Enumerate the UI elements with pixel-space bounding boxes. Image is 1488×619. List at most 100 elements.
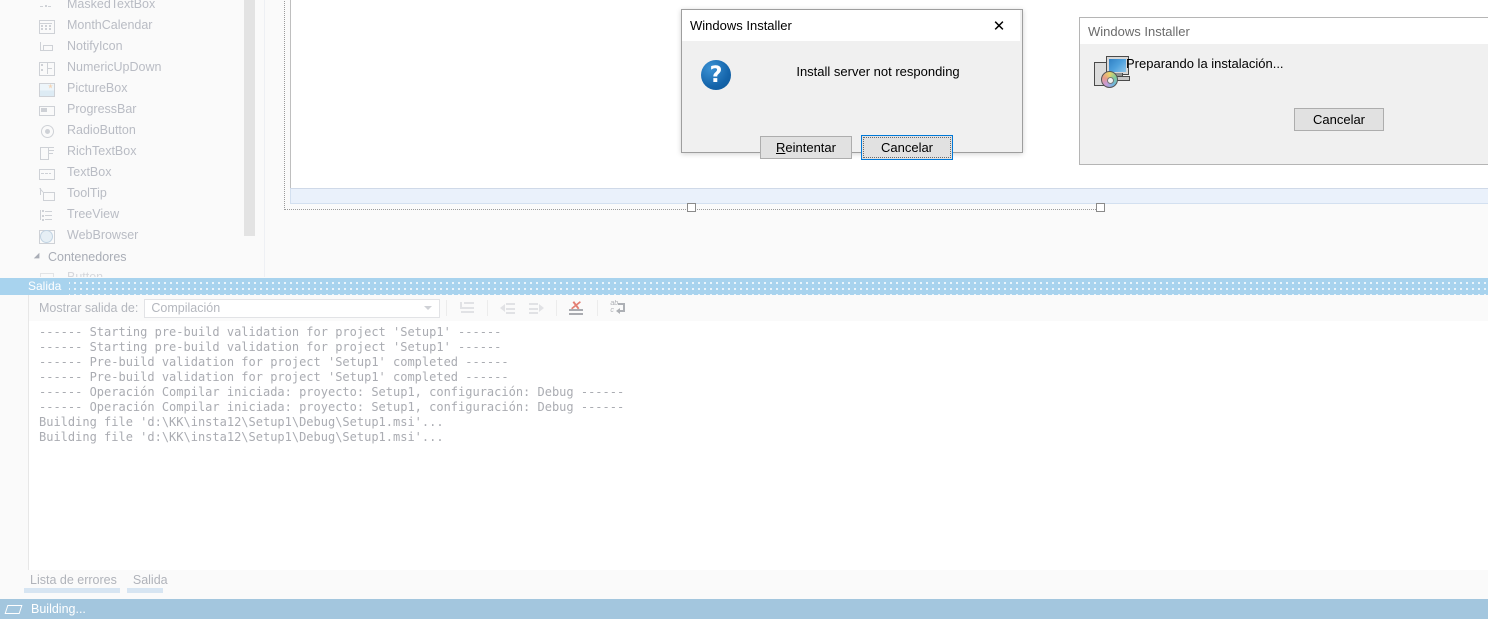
output-line: ------ Operación Compilar iniciada: proy… [39, 385, 625, 399]
toolbox-item-radiobutton[interactable]: RadioButton [28, 120, 264, 141]
bottom-tab-label: Salida [132, 573, 168, 587]
output-toolbar[interactable]: Mostrar salida de: Compilación ✕ ab c [29, 295, 1488, 321]
toolbar-separator [446, 300, 448, 316]
dialog-message: Preparando la instalación... [1126, 56, 1284, 71]
toolbox-item-label: ProgressBar [67, 102, 137, 116]
dialog-message: Install server not responding [796, 64, 960, 79]
cancel-button[interactable]: Cancelar [861, 135, 953, 160]
toolbar-separator [487, 300, 489, 316]
resize-handle-bottom-right[interactable] [1096, 203, 1105, 212]
notify-icon-icon [38, 39, 56, 55]
output-line: ------ Operación Compilar iniciada: proy… [39, 400, 625, 414]
toolbar-separator [597, 300, 599, 316]
webbrowser-icon [38, 228, 56, 244]
clear-all-icon[interactable]: ✕ [566, 298, 588, 318]
windows-installer-error-dialog[interactable]: Windows Installer ✕ ? Install server not… [681, 9, 1023, 160]
resize-handle-bottom-center[interactable] [687, 203, 696, 212]
toggle-word-wrap-icon[interactable]: ab c [607, 298, 629, 318]
bottom-tab-salida[interactable]: Salida [126, 570, 178, 596]
question-mark-icon: ? [701, 60, 731, 90]
toolbox-item-webbrowser[interactable]: WebBrowser [28, 225, 264, 246]
progress-cancel-button[interactable]: Cancelar [1294, 108, 1384, 131]
bottom-tab-label: Lista de errores [30, 573, 117, 587]
status-bar-text: Building... [31, 602, 86, 616]
output-source-value: Compilación [151, 301, 221, 315]
dialog-title-bar[interactable]: Windows Installer [1080, 18, 1488, 44]
toolbox-divider [264, 0, 265, 277]
focus-outline [863, 137, 951, 158]
toolbox-item-treeview[interactable]: TreeView [28, 204, 264, 225]
output-line: ------ Pre-build validation for project … [39, 355, 509, 369]
toolbox-item-label: NumericUpDown [67, 60, 162, 74]
numeric-updown-icon [38, 60, 56, 76]
expander-triangle-icon[interactable] [33, 252, 43, 261]
retry-button-accelerator: R [776, 140, 786, 155]
output-panel-title: Salida [0, 278, 70, 295]
toolbox-group-contenedores[interactable]: Contenedores [28, 246, 264, 267]
next-message-icon[interactable] [525, 298, 547, 318]
output-text-area[interactable]: ------ Starting pre-build validation for… [29, 321, 1488, 570]
toolbox-item-label: MonthCalendar [67, 18, 153, 32]
rich-textbox-icon [38, 144, 56, 160]
output-line: ------ Pre-build validation for project … [39, 370, 509, 384]
bottom-tab-strip[interactable]: Lista de errores Salida [0, 570, 1488, 599]
show-output-from-label: Mostrar salida de: [39, 301, 139, 315]
toolbox-item-notifyicon[interactable]: NotifyIcon [28, 36, 264, 57]
windows-installer-progress-dialog[interactable]: Windows Installer Preparando la instalac… [1079, 17, 1488, 165]
toolbox-item-label: NotifyIcon [67, 39, 123, 53]
toolbox-item-label: Button [67, 270, 104, 277]
close-icon[interactable]: ✕ [978, 11, 1020, 41]
form-statusstrip[interactable] [290, 188, 1488, 204]
toolbox-item-maskedtextbox[interactable]: MaskedTextBox [28, 0, 264, 15]
installer-computer-disc-icon [1094, 56, 1130, 88]
toolbox-item-tooltip[interactable]: ToolTip [28, 183, 264, 204]
picture-box-icon [38, 81, 56, 97]
build-status-icon [4, 604, 23, 614]
output-source-combobox[interactable]: Compilación [144, 298, 441, 318]
output-panel-header[interactable]: Salida [0, 278, 1488, 295]
toolbox-item-label: RichTextBox [67, 144, 137, 158]
masked-textbox-icon [38, 0, 56, 13]
toolbox-item-list: MaskedTextBox MonthCalendar NotifyIcon Nume… [28, 0, 264, 277]
dialog-title-bar[interactable]: Windows Installer ✕ [682, 10, 1020, 41]
textbox-icon [38, 165, 56, 181]
month-calendar-icon [38, 18, 56, 34]
retry-button[interactable]: Reintentar [760, 136, 852, 159]
toolbox-item-numericupdown[interactable]: NumericUpDown [28, 57, 264, 78]
toolbox-item-progressbar[interactable]: ProgressBar [28, 99, 264, 120]
toolbox-item-label: TextBox [67, 165, 112, 179]
retry-button-label-rest: eintentar [785, 140, 836, 155]
toolbox-item-label: RadioButton [67, 123, 136, 137]
bottom-tab-underline [126, 588, 163, 593]
find-message-icon[interactable] [456, 298, 478, 318]
toolbar-separator [556, 300, 558, 316]
dialog-body: ? Install server not responding Reintent… [682, 41, 1020, 160]
bottom-tab-underline [24, 588, 120, 593]
radio-button-icon [38, 123, 56, 139]
toolbox-item-label: TreeView [67, 207, 120, 221]
output-panel[interactable]: Mostrar salida de: Compilación ✕ ab c --… [28, 295, 1488, 570]
toolbox-item-monthcalendar[interactable]: MonthCalendar [28, 15, 264, 36]
chevron-down-icon[interactable] [424, 306, 433, 310]
toolbox-item-richtextbox[interactable]: RichTextBox [28, 141, 264, 162]
toolbox-item-button-partial[interactable]: Button [28, 267, 264, 277]
bottom-tab-lista-de-errores[interactable]: Lista de errores [24, 570, 127, 596]
treeview-icon [38, 207, 56, 223]
output-line: ------ Starting pre-build validation for… [39, 340, 502, 354]
status-bar: Building... [0, 599, 1488, 619]
toolbox-panel[interactable]: MaskedTextBox MonthCalendar NotifyIcon Nume… [28, 0, 264, 277]
previous-message-icon[interactable] [497, 298, 519, 318]
output-line: Building file 'd:\KK\insta12\Setup1\Debu… [39, 415, 444, 429]
progress-cancel-label: Cancelar [1312, 112, 1366, 127]
toolbox-group-label: Contenedores [48, 249, 127, 264]
output-line: ------ Starting pre-build validation for… [39, 325, 502, 339]
toolbox-item-textbox[interactable]: TextBox [28, 162, 264, 183]
toolbox-item-label: PictureBox [67, 81, 128, 95]
toolbox-item-label: ToolTip [67, 186, 107, 200]
button-icon [38, 270, 56, 277]
progress-bar-icon [38, 102, 56, 118]
toolbox-scrollbar-thumb[interactable] [244, 0, 255, 236]
toolbox-item-label: MaskedTextBox [67, 0, 156, 11]
toolbox-scrollbar[interactable] [244, 0, 255, 277]
toolbox-item-picturebox[interactable]: PictureBox [28, 78, 264, 99]
